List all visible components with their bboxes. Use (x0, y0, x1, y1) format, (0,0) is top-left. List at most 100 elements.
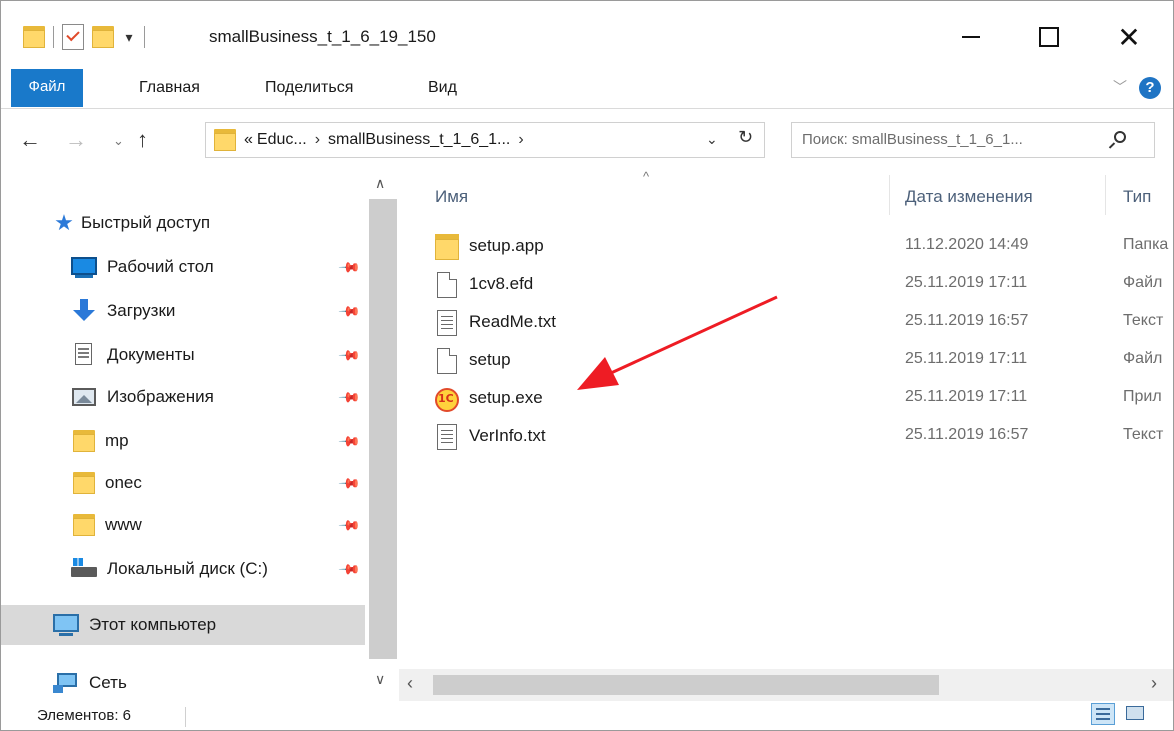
recent-locations-icon[interactable]: ⌄ (113, 133, 124, 149)
scrollbar-thumb[interactable] (369, 199, 397, 659)
search-box[interactable]: Поиск: smallBusiness_t_1_6_1... (791, 122, 1155, 158)
nav-item-desktop[interactable]: Рабочий стол 📌 (1, 247, 365, 287)
pin-icon[interactable]: 📌 (338, 299, 362, 323)
column-header-type[interactable]: Тип (1123, 187, 1151, 207)
title-bar: ▾ smallBusiness_t_1_6_19_150 ✕ (1, 1, 1173, 67)
nav-item-this-pc[interactable]: Этот компьютер (1, 605, 365, 645)
file-name: setup.exe (469, 388, 543, 407)
up-button[interactable]: ↑ (137, 127, 148, 153)
tab-share[interactable]: Поделиться (265, 67, 353, 109)
maximize-button[interactable] (1019, 15, 1079, 59)
nav-item-network[interactable]: Сеть (1, 663, 365, 703)
pin-icon[interactable]: 📌 (338, 385, 362, 409)
nav-item-label: Загрузки (107, 301, 176, 320)
scroll-up-icon[interactable]: ∧ (375, 175, 385, 192)
scroll-left-icon[interactable]: ‹ (407, 673, 413, 694)
toolbar-separator (53, 26, 54, 48)
sort-ascending-icon: ^ (643, 169, 650, 184)
file-name: VerInfo.txt (469, 426, 546, 445)
new-folder-icon[interactable] (92, 26, 114, 48)
nav-item-label: Сеть (89, 673, 127, 692)
file-type: Папка (1123, 236, 1169, 253)
details-view-icon[interactable] (1091, 703, 1115, 725)
tab-home[interactable]: Главная (139, 67, 200, 109)
pin-icon[interactable]: 📌 (338, 557, 362, 581)
file-row[interactable]: setup.app 11.12.2020 14:49 Папка (429, 227, 1173, 265)
breadcrumb-item[interactable]: smallBusiness_t_1_6_1... (328, 131, 510, 149)
file-icon (435, 348, 459, 374)
file-row[interactable]: 1C setup.exe 25.11.2019 17:11 Прил (429, 379, 1173, 417)
breadcrumb-item[interactable]: Educ... (257, 131, 307, 149)
column-header-name[interactable]: Имя (435, 187, 468, 207)
tab-file[interactable]: Файл (11, 69, 83, 107)
nav-scrollbar[interactable]: ∧ ∨ (367, 171, 399, 698)
text-file-icon (435, 310, 459, 336)
breadcrumb-separator[interactable]: › (518, 131, 523, 149)
network-icon (53, 671, 79, 695)
pin-icon[interactable]: 📌 (338, 255, 362, 279)
nav-item-label: onec (105, 473, 142, 492)
nav-item-label: Быстрый доступ (81, 213, 211, 232)
scroll-right-icon[interactable]: › (1151, 673, 1157, 694)
breadcrumb-separator[interactable]: › (315, 131, 320, 149)
desktop-icon (71, 255, 97, 279)
address-bar[interactable]: « Educ... › smallBusiness_t_1_6_1... › ⌄… (205, 122, 765, 158)
nav-item-label: Локальный диск (C:) (107, 559, 268, 578)
file-row[interactable]: 1cv8.efd 25.11.2019 17:11 Файл (429, 265, 1173, 303)
close-button[interactable]: ✕ (1099, 15, 1159, 59)
text-file-icon (435, 424, 459, 450)
file-date: 25.11.2019 17:11 (905, 350, 1028, 367)
file-name: setup.app (469, 236, 544, 255)
file-row[interactable]: VerInfo.txt 25.11.2019 16:57 Текст (429, 417, 1173, 455)
file-type: Файл (1123, 350, 1163, 367)
nav-item-local-disk[interactable]: Локальный диск (C:) 📌 (1, 549, 365, 589)
column-label: Тип (1123, 187, 1152, 206)
address-dropdown-icon[interactable]: ⌄ (706, 131, 718, 148)
navigation-row: ← → ⌄ ↑ « Educ... › smallBusiness_t_1_6_… (1, 109, 1173, 171)
drive-icon (71, 557, 97, 581)
1c-app-icon: 1C (435, 386, 459, 412)
navigation-pane: ★ Быстрый доступ Рабочий стол 📌 Загрузки… (1, 171, 399, 698)
nav-item-label: Изображения (107, 387, 214, 406)
nav-item-mp[interactable]: mp 📌 (1, 421, 365, 461)
scroll-down-icon[interactable]: ∨ (375, 671, 385, 688)
nav-item-label: www (105, 515, 142, 534)
nav-item-pictures[interactable]: Изображения 📌 (1, 377, 365, 417)
column-divider[interactable] (1105, 175, 1106, 215)
horizontal-scrollbar[interactable]: ‹ › (399, 669, 1173, 701)
nav-item-documents[interactable]: Документы 📌 (1, 335, 365, 375)
pin-icon[interactable]: 📌 (338, 471, 362, 495)
file-row[interactable]: setup 25.11.2019 17:11 Файл (429, 341, 1173, 379)
properties-icon[interactable] (62, 24, 84, 50)
nav-item-downloads[interactable]: Загрузки 📌 (1, 291, 365, 331)
refresh-icon[interactable]: ↻ (738, 127, 753, 148)
pin-icon[interactable]: 📌 (338, 513, 362, 537)
nav-item-label: Этот компьютер (89, 615, 217, 634)
nav-item-onec[interactable]: onec 📌 (1, 463, 365, 503)
search-placeholder[interactable]: Поиск: smallBusiness_t_1_6_1... (802, 131, 1023, 148)
column-header-date[interactable]: Дата изменения (905, 187, 1033, 207)
nav-item-www[interactable]: www 📌 (1, 505, 365, 545)
search-icon[interactable] (1108, 131, 1128, 149)
pin-icon[interactable]: 📌 (338, 343, 362, 367)
folder-icon (73, 472, 95, 494)
file-date: 25.11.2019 16:57 (905, 312, 1029, 329)
file-list: Имя ^ Дата изменения Тип setup.app 11.12… (399, 169, 1173, 671)
customize-toolbar-icon[interactable]: ▾ (122, 29, 136, 46)
file-row[interactable]: ReadMe.txt 25.11.2019 16:57 Текст (429, 303, 1173, 341)
nav-item-label: Рабочий стол (107, 257, 214, 276)
pictures-icon (71, 385, 97, 409)
column-divider[interactable] (889, 175, 890, 215)
back-button[interactable]: ← (19, 127, 41, 153)
expand-ribbon-icon[interactable]: ﹀ (1113, 77, 1127, 97)
large-icons-view-icon[interactable] (1123, 703, 1147, 725)
minimize-button[interactable] (941, 15, 1001, 59)
breadcrumb-overflow[interactable]: « (244, 131, 253, 149)
scrollbar-thumb[interactable] (433, 675, 939, 695)
star-icon: ★ (54, 210, 74, 235)
help-icon[interactable]: ? (1139, 77, 1161, 99)
nav-item-quick-access[interactable]: ★ Быстрый доступ (51, 203, 351, 243)
pin-icon[interactable]: 📌 (338, 429, 362, 453)
forward-button[interactable]: → (65, 127, 87, 153)
tab-view[interactable]: Вид (428, 67, 457, 109)
